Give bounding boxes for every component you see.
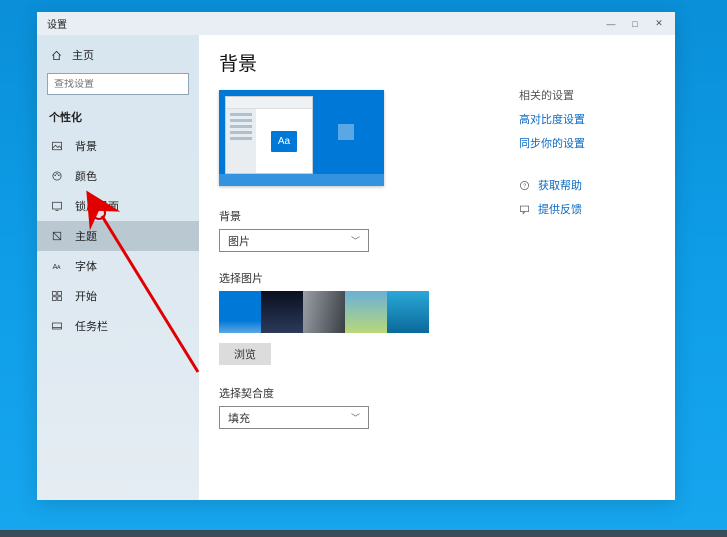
- font-icon: AA: [51, 260, 63, 272]
- desktop-preview: Aa: [219, 90, 384, 186]
- search-wrap: [37, 69, 199, 99]
- sidebar-item-background[interactable]: 背景: [37, 131, 199, 161]
- main-panel: 背景 Aa 背景 图片 ﹀: [199, 35, 675, 500]
- settings-window: 设置 — □ ✕ 主页 个性化 背景: [37, 12, 675, 500]
- section-heading: 个性化: [37, 99, 199, 131]
- help-icon: ?: [519, 180, 530, 191]
- titlebar: 设置 — □ ✕: [37, 12, 675, 35]
- chevron-down-icon: ﹀: [351, 411, 360, 424]
- fit-select[interactable]: 填充 ﹀: [219, 406, 369, 429]
- start-icon: [51, 290, 63, 302]
- choose-picture-label: 选择图片: [219, 270, 479, 286]
- help-link[interactable]: ? 获取帮助: [519, 177, 669, 193]
- picture-icon: [51, 140, 63, 152]
- thumbnail-2[interactable]: [261, 291, 303, 333]
- sidebar-item-label: 字体: [75, 258, 97, 274]
- window-controls: — □ ✕: [599, 14, 671, 34]
- related-panel: 相关的设置 高对比度设置 同步你的设置 ? 获取帮助 提供反馈: [519, 49, 669, 486]
- svg-text:?: ?: [523, 183, 526, 189]
- chevron-down-icon: ﹀: [351, 234, 360, 247]
- home-label: 主页: [72, 47, 94, 63]
- browse-button[interactable]: 浏览: [219, 343, 271, 365]
- preview-taskbar: [219, 174, 384, 186]
- feedback-link[interactable]: 提供反馈: [519, 201, 669, 217]
- lockscreen-icon: [51, 200, 63, 212]
- home-button[interactable]: 主页: [37, 41, 199, 69]
- sync-link[interactable]: 同步你的设置: [519, 135, 669, 151]
- help-label: 获取帮助: [538, 177, 582, 193]
- sidebar-item-label: 开始: [75, 288, 97, 304]
- sidebar: 主页 个性化 背景 颜色 锁屏界面: [37, 35, 199, 500]
- fit-value: 填充: [228, 410, 250, 426]
- preview-sample-text: Aa: [271, 131, 297, 152]
- sidebar-item-fonts[interactable]: AA 字体: [37, 251, 199, 281]
- thumbnail-row: [219, 291, 479, 333]
- window-content: 主页 个性化 背景 颜色 锁屏界面: [37, 35, 675, 500]
- sidebar-item-taskbar[interactable]: 任务栏: [37, 311, 199, 341]
- sidebar-item-label: 主题: [75, 228, 97, 244]
- sidebar-item-lockscreen[interactable]: 锁屏界面: [37, 191, 199, 221]
- os-taskbar: [0, 530, 727, 537]
- taskbar-icon: [51, 320, 63, 332]
- sidebar-item-colors[interactable]: 颜色: [37, 161, 199, 191]
- background-label: 背景: [219, 208, 479, 224]
- maximize-button[interactable]: □: [623, 14, 647, 34]
- sidebar-item-themes[interactable]: 主题: [37, 221, 199, 251]
- related-heading: 相关的设置: [519, 87, 669, 103]
- close-button[interactable]: ✕: [647, 14, 671, 34]
- background-select[interactable]: 图片 ﹀: [219, 229, 369, 252]
- search-input[interactable]: [47, 73, 189, 95]
- svg-text:A: A: [57, 265, 61, 271]
- contrast-link[interactable]: 高对比度设置: [519, 111, 669, 127]
- page-title: 背景: [219, 49, 479, 76]
- thumbnail-3[interactable]: [303, 291, 345, 333]
- search-field[interactable]: [54, 79, 186, 90]
- sidebar-nav: 背景 颜色 锁屏界面 主题 AA 字体: [37, 131, 199, 341]
- feedback-label: 提供反馈: [538, 201, 582, 217]
- sidebar-item-label: 颜色: [75, 168, 97, 184]
- sidebar-item-label: 锁屏界面: [75, 198, 119, 214]
- minimize-button[interactable]: —: [599, 14, 623, 34]
- main-left-column: 背景 Aa 背景 图片 ﹀: [219, 49, 479, 486]
- palette-icon: [51, 170, 63, 182]
- preview-desktop-icon: [338, 124, 354, 140]
- thumbnail-1[interactable]: [219, 291, 261, 333]
- sidebar-item-label: 任务栏: [75, 318, 108, 334]
- background-value: 图片: [228, 233, 250, 249]
- sidebar-item-start[interactable]: 开始: [37, 281, 199, 311]
- thumbnail-5[interactable]: [387, 291, 429, 333]
- home-icon: [51, 50, 62, 61]
- fit-label: 选择契合度: [219, 385, 479, 401]
- sidebar-item-label: 背景: [75, 138, 97, 154]
- theme-icon: [51, 230, 63, 242]
- feedback-icon: [519, 204, 530, 215]
- preview-window: Aa: [225, 96, 313, 174]
- window-title: 设置: [47, 16, 67, 31]
- thumbnail-4[interactable]: [345, 291, 387, 333]
